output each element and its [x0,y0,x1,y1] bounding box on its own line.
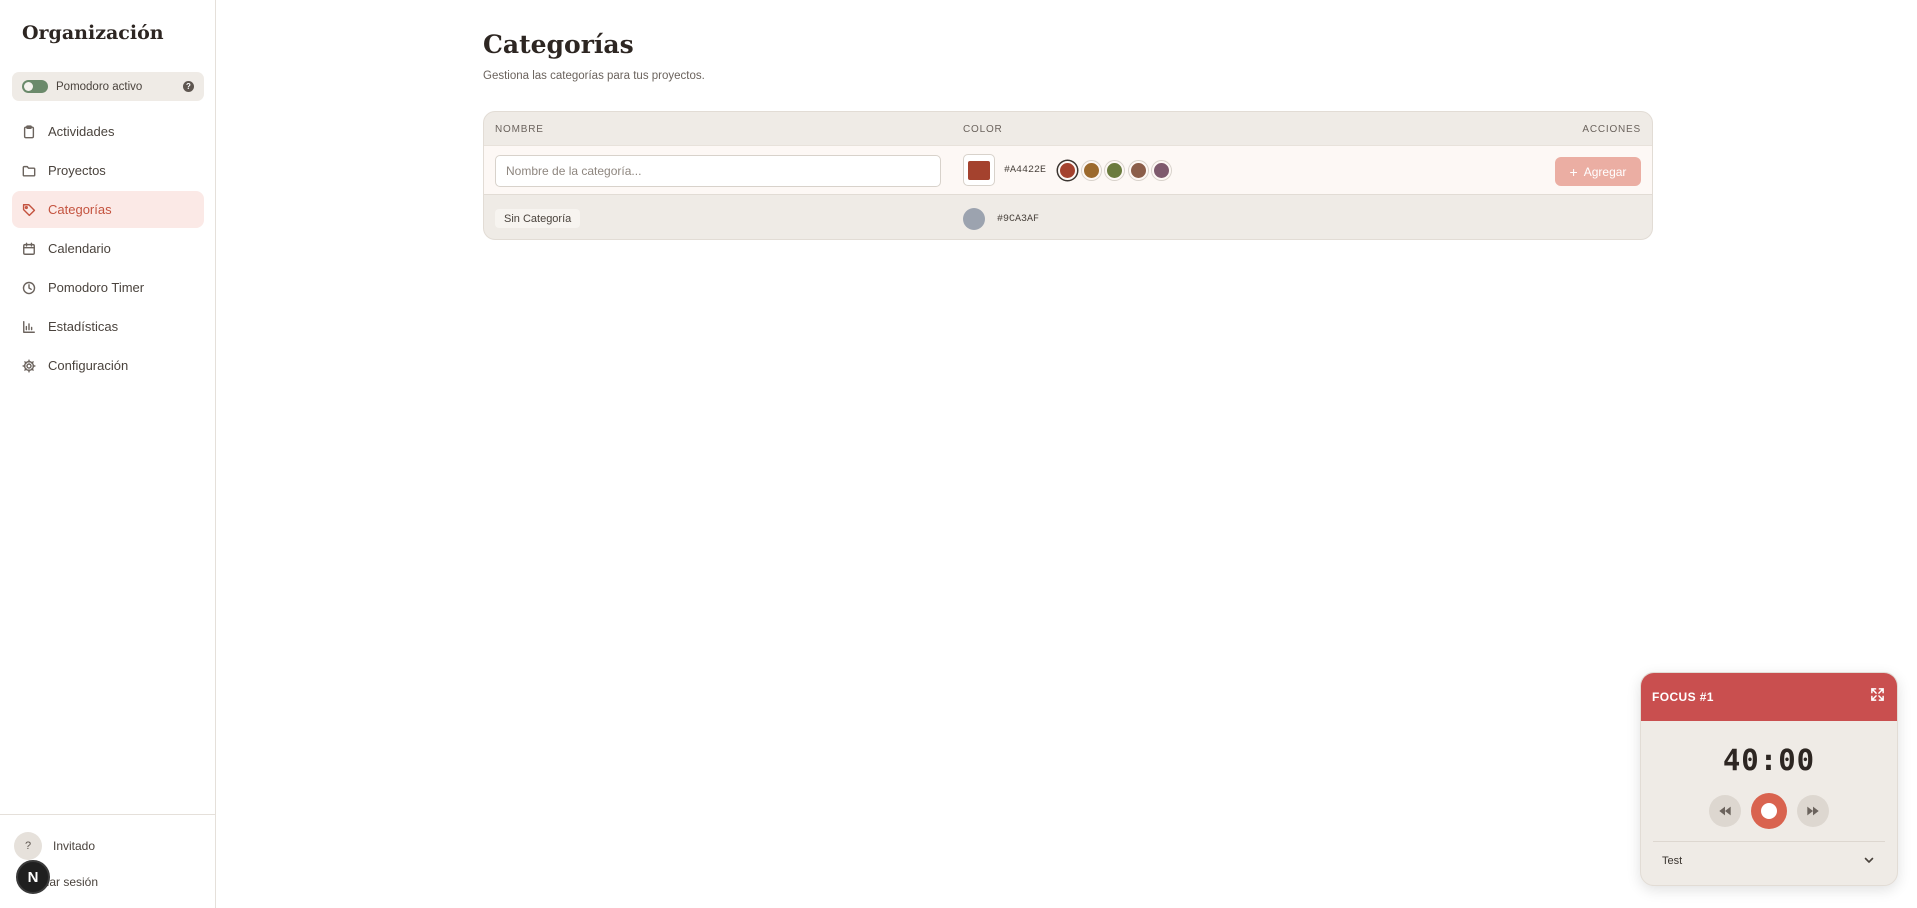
sidebar-item-label: Configuración [48,358,129,373]
category-color-dot [963,208,985,230]
table-row: Sin Categoría #9CA3AF [484,196,1652,239]
toggle-switch[interactable] [22,80,48,93]
add-category-label: Agregar [1583,164,1627,179]
rewind-icon [1719,806,1731,816]
sidebar-item-configuracion[interactable]: Configuración [12,347,204,384]
page-title: Categorías [483,30,634,59]
widget-header: FOCUS #1 [1641,673,1897,721]
category-color-hex: #9CA3AF [997,214,1040,225]
sidebar-item-actividades[interactable]: Actividades [12,113,204,150]
clipboard-icon [22,124,36,139]
color-swatches [1058,161,1176,180]
calendar-icon [22,242,36,256]
sidebar-item-label: Categorías [48,202,112,217]
color-swatch[interactable] [1152,161,1171,180]
user-name: Invitado [53,839,96,853]
column-header-name: NOMBRE [495,124,544,135]
category-name-chip[interactable]: Sin Categoría [495,209,581,228]
user-profile[interactable]: ? Invitado [14,832,95,860]
selected-color-fill [968,160,990,180]
sidebar-nav: Actividades Proyectos Categorías Calenda… [12,113,204,386]
task-select-value: Test [1662,855,1683,867]
bar-chart-icon [22,320,36,334]
color-swatch[interactable] [1105,161,1124,180]
selected-color-hex: #A4422E [1004,165,1047,176]
sidebar-item-calendario[interactable]: Calendario [12,230,204,267]
sidebar-item-label: Actividades [48,124,115,139]
fast-forward-icon [1807,806,1819,816]
column-header-color: COLOR [963,124,1003,135]
rewind-button[interactable] [1709,795,1741,827]
chevron-down-icon [1863,854,1875,869]
pomodoro-toggle-label: Pomodoro activo [56,80,143,93]
color-picker-button[interactable] [963,154,995,186]
plus-icon: + [1569,163,1578,180]
color-swatch[interactable] [1058,161,1077,180]
new-category-row: #A4422E + Agregar [484,145,1652,195]
categories-table: NOMBRE COLOR ACCIONES #A4422E + Agregar … [483,111,1653,240]
expand-icon[interactable] [1870,687,1885,707]
pomodoro-toggle[interactable]: Pomodoro activo ? [12,72,204,101]
color-swatch[interactable] [1128,161,1148,180]
page-subtitle: Gestiona las categorías para tus proyect… [483,70,705,82]
record-icon [1761,803,1777,819]
sidebar-item-proyectos[interactable]: Proyectos [12,152,204,189]
widget-title: FOCUS #1 [1652,690,1714,704]
app-brand: Organización [22,22,164,44]
next-dev-badge[interactable]: N [16,860,50,894]
sidebar-item-categorias[interactable]: Categorías [12,191,204,228]
sidebar-item-label: Estadísticas [48,319,119,334]
timer-controls [1641,793,1897,829]
add-category-button[interactable]: + Agregar [1555,157,1641,186]
category-name-input[interactable] [495,155,941,187]
skip-button[interactable] [1797,795,1829,827]
help-icon[interactable]: ? [183,81,194,92]
avatar: ? [14,832,42,860]
sidebar-item-label: Proyectos [48,163,106,178]
sidebar: Organización Pomodoro activo ? Actividad… [0,0,216,908]
tag-icon [22,203,36,217]
sidebar-item-pomodoro-timer[interactable]: Pomodoro Timer [12,269,204,306]
column-header-actions: ACCIONES [1582,124,1641,135]
pomodoro-widget: FOCUS #1 40:00 Test [1640,672,1898,886]
color-swatch[interactable] [1081,161,1101,180]
play-pause-button[interactable] [1751,793,1787,829]
gear-icon [22,358,36,373]
sidebar-item-label: Calendario [48,241,111,256]
timer-display: 40:00 [1722,743,1816,777]
sidebar-item-label: Pomodoro Timer [48,280,145,295]
table-header: NOMBRE COLOR ACCIONES [484,112,1652,145]
folder-icon [22,164,36,178]
sidebar-item-estadisticas[interactable]: Estadísticas [12,308,204,345]
task-select[interactable]: Test [1641,842,1897,880]
clock-icon [22,281,36,295]
